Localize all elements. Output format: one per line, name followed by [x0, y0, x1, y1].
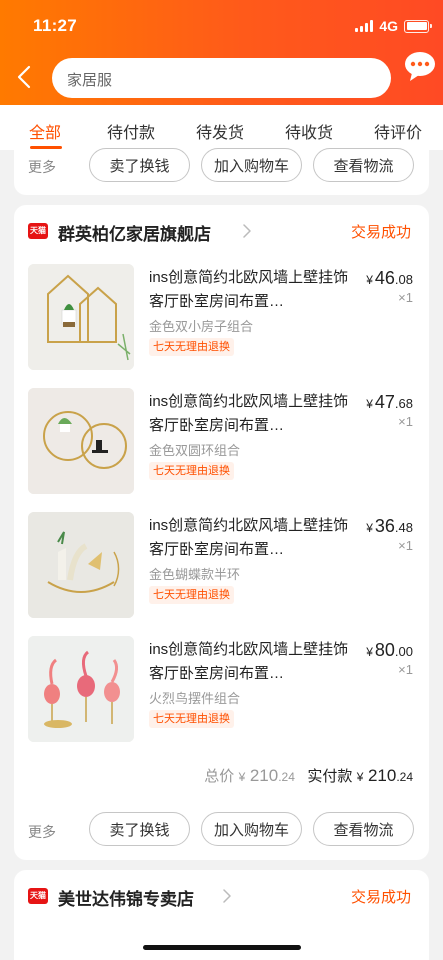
butterfly-shelf-image: [28, 512, 134, 618]
product-title: ins创意简约北欧风墙上壁挂饰客厅卧室房间布置…: [149, 517, 349, 558]
price-integer: 36: [374, 516, 395, 536]
search-query: 家居服: [67, 72, 113, 89]
product-thumbnail[interactable]: [28, 636, 134, 742]
tab-pending-shipment[interactable]: 待发货: [196, 119, 244, 143]
product-price: ¥46.08: [366, 268, 413, 289]
chat-bubble-icon: [405, 52, 435, 81]
order-card: 天猫 群英柏亿家居旗舰店 交易成功 ins创意简约北欧风墙上壁挂饰客厅卧室房间布…: [14, 205, 429, 860]
chevron-right-icon: [223, 889, 231, 903]
header-bar: 11:27 4G 家居服: [0, 0, 443, 105]
price-integer: 80: [374, 640, 395, 660]
return-policy-badge: 七天无理由退换: [149, 586, 234, 604]
price-decimal: .68: [394, 396, 413, 411]
price-integer: 47: [374, 392, 395, 412]
signal-icon: [355, 20, 374, 32]
product-sku: 火烈鸟摆件组合: [149, 691, 241, 706]
view-logistics-button[interactable]: 查看物流: [313, 148, 414, 182]
price-decimal: .00: [394, 644, 413, 659]
currency-symbol: ¥: [366, 273, 373, 287]
chevron-right-icon: [243, 224, 251, 238]
product-price: ¥36.48: [366, 516, 413, 537]
tab-all[interactable]: 全部: [29, 119, 61, 143]
message-button[interactable]: [403, 50, 437, 84]
price-decimal: .08: [394, 272, 413, 287]
product-price: ¥47.68: [366, 392, 413, 413]
status-time: 11:27: [33, 16, 78, 35]
status-icons: 4G: [355, 18, 432, 34]
return-policy-badge: 七天无理由退换: [149, 710, 234, 728]
order-item[interactable]: ins创意简约北欧风墙上壁挂饰客厅卧室房间布置… 金色蝴蝶款半环 七天无理由退换…: [14, 512, 429, 622]
paid-decimal: .24: [396, 770, 413, 784]
tmall-logo: 天猫: [28, 888, 48, 904]
total-label: 总价: [204, 768, 235, 785]
house-shelf-image: [28, 264, 134, 370]
product-title: ins创意简约北欧风墙上壁挂饰客厅卧室房间布置…: [149, 269, 349, 310]
return-policy-badge: 七天无理由退换: [149, 338, 234, 356]
product-price: ¥80.00: [366, 640, 413, 661]
currency-symbol: ¥: [366, 645, 373, 659]
product-sku: 金色双圆环组合: [149, 443, 241, 458]
tab-pending-receipt[interactable]: 待收货: [285, 119, 333, 143]
product-title: ins创意简约北欧风墙上壁挂饰客厅卧室房间布置…: [149, 393, 349, 434]
product-quantity: ×1: [398, 414, 413, 429]
sell-button[interactable]: 卖了换钱: [89, 148, 190, 182]
price-decimal: .48: [394, 520, 413, 535]
more-link[interactable]: 更多: [28, 822, 56, 842]
order-tabs: 全部 待付款 待发货 待收货 待评价: [0, 105, 443, 150]
active-tab-indicator: [30, 146, 62, 149]
network-type: 4G: [379, 18, 398, 34]
paid-currency: ¥: [356, 770, 364, 784]
order-item[interactable]: ins创意简约北欧风墙上壁挂饰客厅卧室房间布置… 金色双圆环组合 七天无理由退换…: [14, 388, 429, 498]
product-title: ins创意简约北欧风墙上壁挂饰客厅卧室房间布置…: [149, 641, 349, 682]
search-input[interactable]: 家居服: [52, 58, 391, 98]
total-integer: 210: [249, 766, 279, 785]
ring-shelf-image: [28, 388, 134, 494]
tmall-logo: 天猫: [28, 223, 48, 239]
store-name[interactable]: 美世达伟锦专卖店: [58, 885, 194, 910]
sell-button[interactable]: 卖了换钱: [89, 812, 190, 846]
product-sku: 金色蝴蝶款半环: [149, 567, 241, 582]
more-link[interactable]: 更多: [28, 157, 56, 177]
product-quantity: ×1: [398, 290, 413, 305]
tab-pending-payment[interactable]: 待付款: [107, 119, 155, 143]
order-item[interactable]: ins创意简约北欧风墙上壁挂饰客厅卧室房间布置… 金色双小房子组合 七天无理由退…: [14, 264, 429, 374]
chevron-left-icon: [17, 65, 31, 89]
battery-icon: [404, 19, 432, 33]
return-policy-badge: 七天无理由退换: [149, 462, 234, 480]
order-totals: 总价 ¥ 210.24 实付款 ¥ 210.24: [204, 765, 413, 786]
product-thumbnail[interactable]: [28, 388, 134, 494]
order-status: 交易成功: [351, 224, 412, 241]
home-indicator[interactable]: [143, 945, 301, 950]
add-to-cart-button[interactable]: 加入购物车: [201, 812, 302, 846]
paid-integer: 210: [367, 766, 397, 785]
total-currency: ¥: [238, 770, 246, 784]
previous-order-card: 更多 卖了换钱 加入购物车 查看物流: [14, 148, 429, 195]
product-thumbnail[interactable]: [28, 512, 134, 618]
currency-symbol: ¥: [366, 397, 373, 411]
price-integer: 46: [374, 268, 395, 288]
add-to-cart-button[interactable]: 加入购物车: [201, 148, 302, 182]
order-status: 交易成功: [351, 889, 412, 906]
product-quantity: ×1: [398, 662, 413, 677]
currency-symbol: ¥: [366, 521, 373, 535]
tab-pending-review[interactable]: 待评价: [374, 119, 422, 143]
status-bar: 11:27 4G: [0, 0, 443, 44]
store-name[interactable]: 群英柏亿家居旗舰店: [58, 220, 211, 245]
product-sku: 金色双小房子组合: [149, 319, 254, 334]
product-quantity: ×1: [398, 538, 413, 553]
product-thumbnail[interactable]: [28, 264, 134, 370]
back-button[interactable]: [12, 62, 36, 92]
order-item[interactable]: ins创意简约北欧风墙上壁挂饰客厅卧室房间布置… 火烈鸟摆件组合 七天无理由退换…: [14, 636, 429, 746]
paid-label: 实付款: [307, 768, 353, 785]
view-logistics-button[interactable]: 查看物流: [313, 812, 414, 846]
flamingo-ornament-image: [28, 636, 134, 742]
total-decimal: .24: [278, 770, 295, 784]
